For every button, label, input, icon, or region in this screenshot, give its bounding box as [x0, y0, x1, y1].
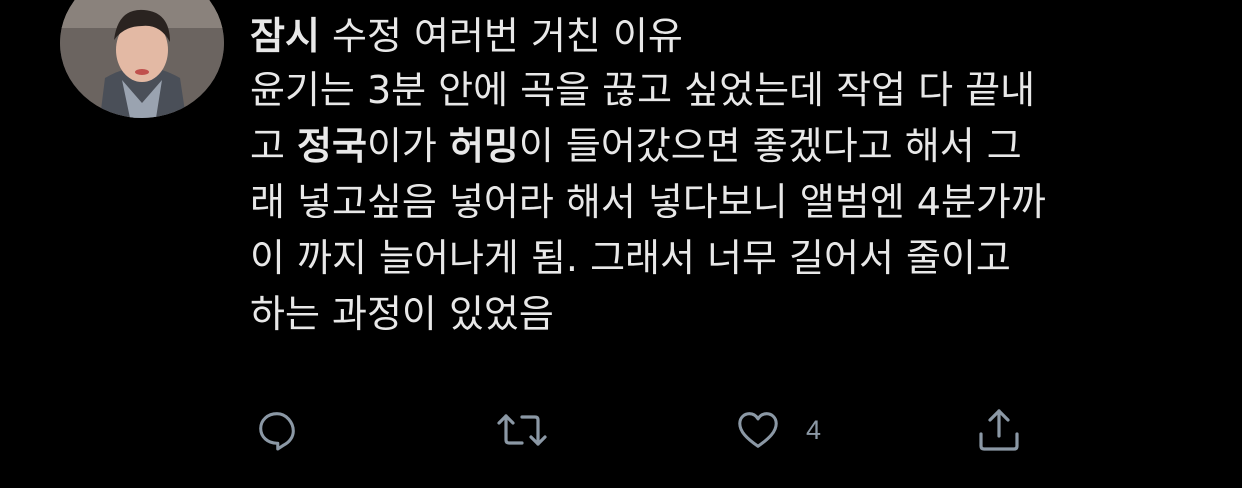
share-button[interactable]	[974, 404, 1024, 456]
retweet-button[interactable]	[496, 404, 548, 456]
reply-button[interactable]	[254, 404, 300, 456]
like-count: 4	[806, 414, 822, 445]
tweet-text: 잠시 수정 여러번 거친 이유 윤기는 3분 안에 곡을 끊고 싶었는데 작업 …	[250, 10, 1210, 342]
tweet-line-5: 하는 과정이 있었음	[250, 292, 554, 336]
tweet-line-3: 래 넣고싶음 넣어라 해서 넣다보니 앨범엔 4분가까	[250, 180, 1046, 224]
tweet-line-1: 윤기는 3분 안에 곡을 끊고 싶었는데 작업 다 끝내	[250, 68, 1036, 112]
like-button[interactable]: 4	[734, 404, 821, 456]
tweet-line-4: 이 까지 늘어나게 됨. 그래서 너무 길어서 줄이고	[250, 236, 1011, 280]
avatar[interactable]	[60, 0, 224, 118]
tweet-line-2: 고 정국이가 허밍이 들어갔으면 좋겠다고 해서 그	[250, 118, 1210, 174]
reply-icon	[254, 407, 300, 453]
tweet-title: 잠시 수정 여러번 거친 이유	[250, 10, 1210, 62]
tweet-bold-humming: 허밍	[448, 124, 519, 168]
tweet-title-rest: 수정 여러번 거친 이유	[332, 14, 683, 58]
tweet-bold-jungkook: 정국	[297, 124, 367, 168]
tweet-actions: 4	[250, 404, 1050, 456]
tweet-line-2-part-a: 고	[250, 124, 298, 168]
share-icon	[974, 406, 1024, 454]
retweet-icon	[496, 406, 548, 454]
tweet-line-2-part-e: 이 들어갔으면 좋겠다고 해서 그	[518, 124, 1022, 168]
tweet-line-2-part-c: 이가	[366, 124, 449, 168]
heart-icon	[734, 407, 782, 453]
tweet-title-bold: 잠시	[250, 14, 320, 58]
